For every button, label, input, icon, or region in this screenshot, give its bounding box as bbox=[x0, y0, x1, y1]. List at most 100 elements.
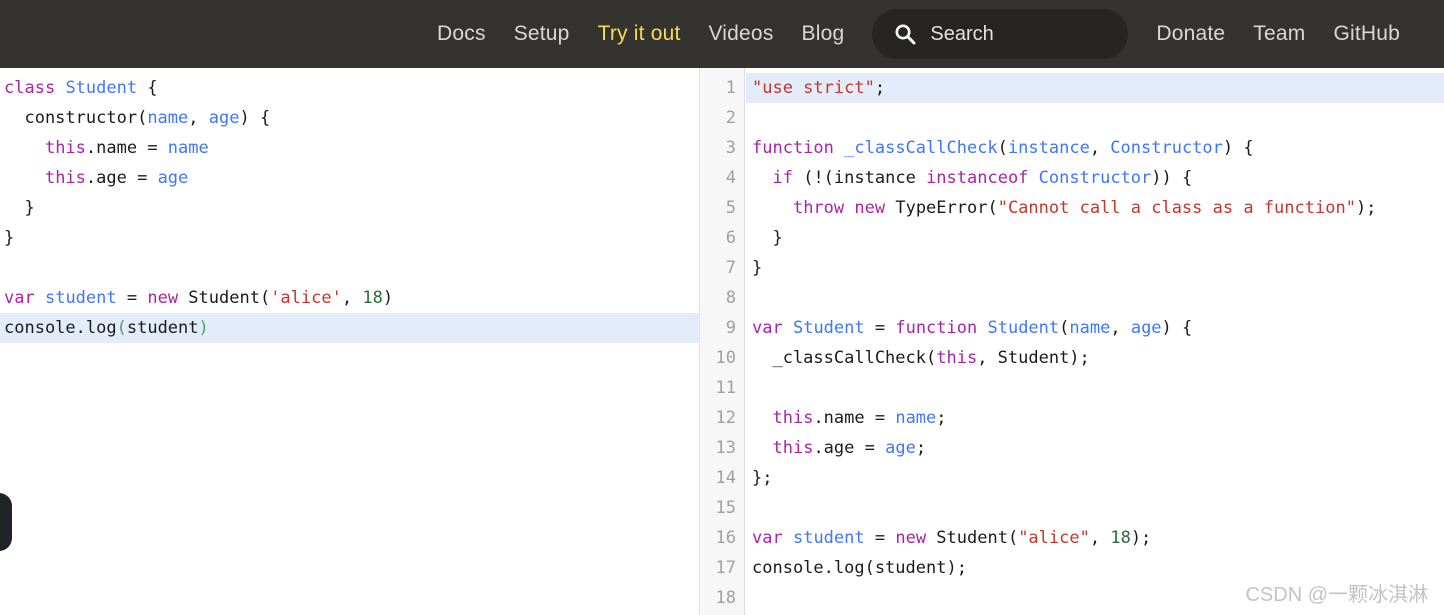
nav-search-slot: Search bbox=[858, 9, 1142, 59]
input-code-lines[interactable]: class Student { constructor(name, age) {… bbox=[0, 68, 699, 343]
code-token: { bbox=[137, 78, 158, 98]
nav-link-videos[interactable]: Videos bbox=[694, 22, 787, 45]
code-token: instance bbox=[833, 168, 916, 188]
input-code-line[interactable]: console.log(student) bbox=[0, 313, 699, 343]
collapse-panel-handle[interactable] bbox=[0, 493, 12, 551]
code-token: , bbox=[341, 288, 363, 308]
code-token: Student( bbox=[926, 528, 1019, 548]
code-token: ( bbox=[116, 318, 127, 338]
code-token: name bbox=[1069, 318, 1111, 338]
code-token: student bbox=[792, 528, 865, 548]
output-code-line[interactable]: function _classCallCheck(instance, Const… bbox=[746, 133, 1444, 163]
code-token: this bbox=[772, 438, 814, 458]
code-token: ( bbox=[137, 108, 148, 128]
input-code-editor[interactable]: class Student { constructor(name, age) {… bbox=[0, 68, 700, 615]
output-code-line[interactable]: var Student = function Student(name, age… bbox=[746, 313, 1444, 343]
line-number: 6 bbox=[725, 228, 736, 248]
code-token: log bbox=[85, 318, 117, 338]
output-code-line[interactable]: this.age = age; bbox=[746, 433, 1444, 463]
input-code-line[interactable]: this.name = name bbox=[0, 133, 699, 163]
nav-link-docs[interactable]: Docs bbox=[423, 22, 500, 45]
code-token: student bbox=[44, 288, 117, 308]
output-code-line[interactable]: "use strict"; bbox=[746, 73, 1444, 103]
input-code-line[interactable]: this.age = age bbox=[0, 163, 699, 193]
code-token: "Cannot call a class as a function" bbox=[997, 198, 1356, 218]
nav-link-try-it-out[interactable]: Try it out bbox=[584, 22, 695, 45]
code-token: ) bbox=[198, 318, 209, 338]
code-token: ) bbox=[382, 288, 394, 308]
output-code-line[interactable] bbox=[746, 283, 1444, 313]
code-token: TypeError( bbox=[885, 198, 998, 218]
code-token: name bbox=[895, 408, 937, 428]
code-token: } bbox=[752, 228, 783, 248]
code-token: var bbox=[752, 528, 783, 548]
output-code-line[interactable] bbox=[746, 583, 1444, 613]
code-token: constructor bbox=[4, 108, 138, 128]
code-token: instanceof bbox=[926, 168, 1029, 188]
output-code-line[interactable]: this.name = name; bbox=[746, 403, 1444, 433]
code-token: } bbox=[752, 258, 763, 278]
code-token: if bbox=[772, 168, 793, 188]
code-token: ; bbox=[874, 78, 886, 98]
input-code-line[interactable]: var student = new Student('alice', 18) bbox=[0, 283, 699, 313]
code-token: this bbox=[44, 168, 86, 188]
input-code-line[interactable]: constructor(name, age) { bbox=[0, 103, 699, 133]
nav-link-team[interactable]: Team bbox=[1239, 22, 1319, 45]
line-number: 4 bbox=[725, 168, 736, 188]
code-token: = bbox=[864, 528, 896, 548]
code-token: Student( bbox=[178, 288, 271, 308]
code-token: , Student); bbox=[977, 348, 1090, 368]
line-number: 1 bbox=[725, 78, 736, 98]
nav-link-donate[interactable]: Donate bbox=[1142, 22, 1239, 45]
output-code-line[interactable]: _classCallCheck(this, Student); bbox=[746, 343, 1444, 373]
output-code-line[interactable]: } bbox=[746, 253, 1444, 283]
output-code-editor: 1 2 3 4 5 6 7 8 9 10 11 12 13 14 15 16 17 18 "use strict"… bbox=[700, 68, 1444, 615]
code-token: = bbox=[864, 318, 896, 338]
search-input[interactable]: Search bbox=[872, 9, 1129, 59]
output-code-line[interactable]: console.log(student); bbox=[746, 553, 1444, 583]
code-token: function bbox=[752, 138, 834, 158]
nav-link-setup[interactable]: Setup bbox=[500, 22, 584, 45]
output-code-line[interactable] bbox=[746, 103, 1444, 133]
search-icon bbox=[895, 24, 916, 45]
code-token: age bbox=[208, 108, 240, 128]
output-code-line[interactable]: throw new TypeError("Cannot call a class… bbox=[746, 193, 1444, 223]
code-token: "use strict" bbox=[752, 78, 875, 98]
code-token: name bbox=[147, 108, 189, 128]
code-token: function bbox=[895, 318, 978, 338]
output-code-line[interactable] bbox=[746, 373, 1444, 403]
code-token: } bbox=[4, 198, 35, 218]
output-code-line[interactable]: var student = new Student("alice", 18); bbox=[746, 523, 1444, 553]
input-code-line[interactable]: } bbox=[0, 193, 699, 223]
code-token: name bbox=[167, 138, 209, 158]
code-token: throw bbox=[792, 198, 845, 218]
line-number: 14 bbox=[715, 468, 736, 488]
output-code-line[interactable]: }; bbox=[746, 463, 1444, 493]
nav-link-blog[interactable]: Blog bbox=[788, 22, 859, 45]
code-token: , bbox=[1089, 138, 1111, 158]
input-code-line[interactable]: class Student { bbox=[0, 73, 699, 103]
output-code-lines[interactable]: "use strict"; function _classCallCheck(in… bbox=[746, 68, 1444, 615]
code-token: Student bbox=[792, 318, 865, 338]
code-token: Student bbox=[987, 318, 1060, 338]
code-token: age bbox=[1130, 318, 1162, 338]
input-code-line[interactable] bbox=[0, 253, 699, 283]
code-token: .name = bbox=[85, 138, 168, 158]
line-number: 12 bbox=[715, 408, 736, 428]
code-token: ; bbox=[915, 438, 927, 458]
nav-link-github[interactable]: GitHub bbox=[1319, 22, 1414, 45]
output-code-line[interactable]: if (!(instance instanceof Constructor)) … bbox=[746, 163, 1444, 193]
code-token: , bbox=[188, 108, 209, 128]
line-number-gutter: 1 2 3 4 5 6 7 8 9 10 11 12 13 14 15 16 17 18 bbox=[700, 68, 745, 615]
output-code-line[interactable] bbox=[746, 493, 1444, 523]
code-token: 'alice' bbox=[270, 288, 342, 308]
output-code-line[interactable]: } bbox=[746, 223, 1444, 253]
input-code-line[interactable]: } bbox=[0, 223, 699, 253]
